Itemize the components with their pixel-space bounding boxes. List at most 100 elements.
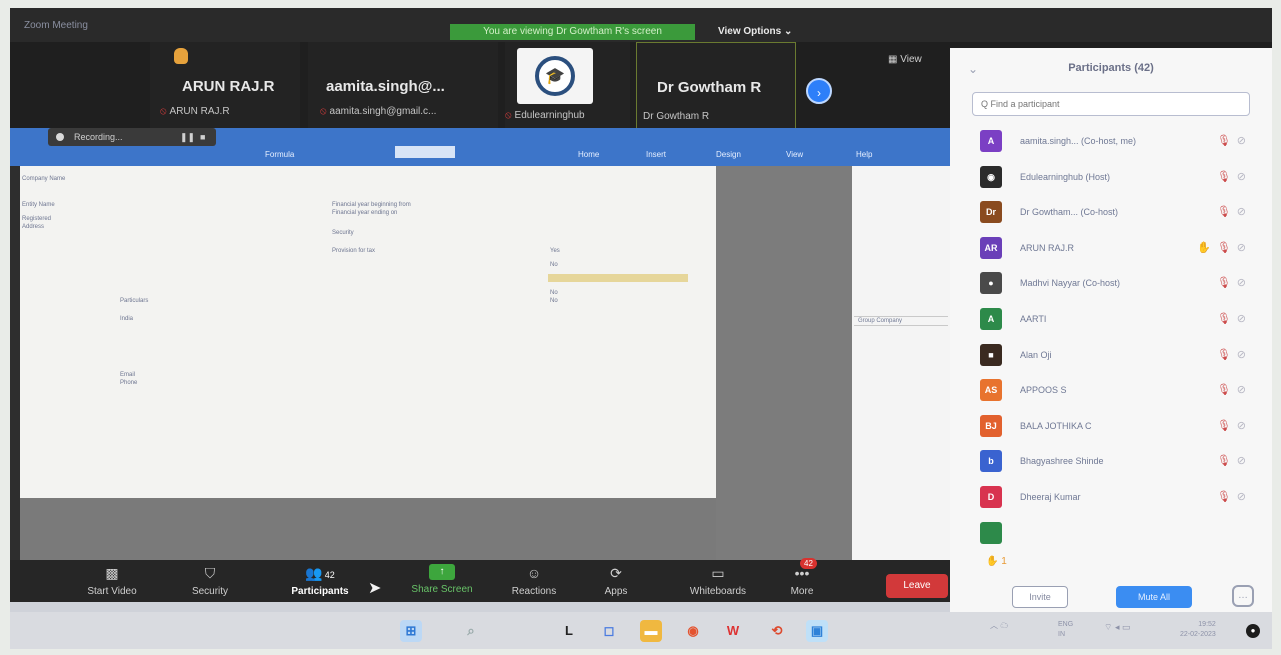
participant-row[interactable]: AR ARUN RAJ.R ✋ 🎙 ⊘ [972, 231, 1252, 267]
participant-row[interactable]: Aaamita.singh... (Co-host, me) 🎙 ⊘ [972, 124, 1252, 160]
notification-icon[interactable]: ● [1246, 624, 1260, 638]
tile-label: Dr Gowtham R [643, 111, 710, 122]
more-options-icon[interactable]: … [1232, 585, 1254, 607]
whiteboard-icon: ▭ [711, 565, 725, 581]
video-off-icon[interactable]: ⊘ [1237, 242, 1246, 254]
ribbon-tab: Home [578, 150, 600, 159]
mic-muted-icon[interactable]: 🎙 [1217, 349, 1231, 361]
reactions-button[interactable]: ☺ Reactions [494, 564, 574, 597]
participant-status-icons: ✋ 🎙 ⊘ [1197, 241, 1246, 254]
invite-button[interactable]: Invite [1012, 586, 1068, 608]
video-off-icon[interactable]: ⊘ [1237, 420, 1246, 432]
search-icon[interactable]: ⌕ [460, 620, 482, 642]
next-page-arrow-icon[interactable]: › [806, 78, 832, 104]
participant-name: Dr Gowtham... (Co-host) [1020, 207, 1119, 218]
participant-status-icons: 🎙 ⊘ [1211, 383, 1246, 396]
chrome-icon[interactable]: ◉ [682, 620, 704, 642]
view-layout-button[interactable]: ▦ View [888, 54, 922, 65]
video-off-icon[interactable]: ⊘ [1237, 455, 1246, 467]
mic-muted-icon[interactable]: 🎙 [1217, 242, 1231, 254]
find-participant-input[interactable] [972, 92, 1250, 116]
video-off-icon[interactable]: ⊘ [1237, 491, 1246, 503]
doc-text: Entity Name [22, 202, 55, 208]
more-button[interactable]: ••• 42 More [762, 558, 842, 597]
stop-icon[interactable]: ■ [200, 132, 205, 142]
language-indicator[interactable]: ENG IN [1058, 620, 1073, 640]
security-button[interactable]: ⛉ Security [170, 564, 250, 597]
pause-icon[interactable]: ❚❚ [180, 132, 195, 143]
video-off-icon[interactable]: ⊘ [1237, 384, 1246, 396]
participant-row[interactable]: Dr Dr Gowtham... (Co-host) 🎙 ⊘ [972, 195, 1252, 231]
share-screen-label: Share Screen [411, 584, 473, 595]
document-gutter [20, 498, 716, 560]
view-options-button[interactable]: View Options ⌄ [718, 26, 792, 37]
participant-row[interactable]: AS APPOOS S 🎙 ⊘ [972, 373, 1252, 409]
whiteboards-button[interactable]: ▭ Whiteboards [670, 564, 766, 597]
mic-muted-icon[interactable]: 🎙 [1217, 313, 1231, 325]
video-tile-arun[interactable]: ARUN RAJ.R ⦸ ARUN RAJ.R [150, 42, 300, 130]
ribbon-tab: View [786, 150, 804, 159]
participant-row[interactable]: D Dheeraj Kumar 🎙 ⊘ [972, 480, 1252, 516]
zoom-app-icon[interactable]: ▣ [806, 620, 828, 642]
mic-muted-icon[interactable]: 🎙 [1217, 206, 1231, 218]
mic-muted-icon: ⦸ [320, 106, 327, 117]
doc-text: Registered [22, 216, 52, 222]
participant-row[interactable]: b Bhagyashree Shinde 🎙 ⊘ [972, 444, 1252, 480]
participant-row[interactable]: A AARTI 🎙 ⊘ [972, 302, 1252, 338]
mic-muted-icon[interactable]: 🎙 [1217, 135, 1231, 147]
video-tile-aamita[interactable]: aamita.singh@... ⦸ aamita.singh@gmail.c..… [308, 42, 498, 130]
viewing-banner: You are viewing Dr Gowtham R's screen [450, 24, 695, 40]
participant-status-icons: 🎙 ⊘ [1211, 454, 1246, 467]
video-button[interactable]: ▩ Start Video [72, 564, 152, 597]
video-off-icon[interactable]: ⊘ [1237, 206, 1246, 218]
wps-office-icon[interactable]: W [722, 620, 744, 642]
video-off-icon[interactable]: ⊘ [1237, 277, 1246, 289]
doc-text: No [550, 298, 558, 304]
file-explorer-icon[interactable]: ▬ [640, 620, 662, 642]
share-screen-button[interactable]: ↑ Share Screen [402, 564, 482, 595]
tile-label: aamita.singh@gmail.c... [329, 106, 437, 117]
windows-start-icon[interactable]: ⊞ [400, 620, 422, 642]
avatar: D [980, 485, 1002, 508]
mic-muted-icon[interactable]: 🎙 [1217, 455, 1231, 467]
apps-icon: ⟳ [610, 565, 622, 581]
mic-muted-icon[interactable]: 🎙 [1217, 491, 1231, 503]
chat-app-icon[interactable]: ◻ [598, 620, 620, 642]
system-tray-icons[interactable]: ︿ ☁ [990, 620, 1008, 631]
mic-muted-icon[interactable]: 🎙 [1217, 384, 1231, 396]
participant-name: AARTI [1020, 313, 1047, 324]
apps-button[interactable]: ⟳ Apps [576, 564, 656, 597]
tile-name: Dr Gowtham R [657, 79, 762, 96]
taskview-icon[interactable]: L [558, 620, 580, 642]
status-strip [10, 602, 950, 612]
participant-row[interactable]: ● Madhvi Nayyar (Co-host) 🎙 ⊘ [972, 266, 1252, 302]
mic-muted-icon[interactable]: 🎙 [1217, 171, 1231, 183]
participant-row[interactable] [972, 516, 1252, 552]
doc-text: Address [22, 224, 45, 230]
video-off-icon[interactable]: ⊘ [1237, 135, 1246, 147]
shield-icon: ⛉ [204, 565, 216, 581]
browser-icon[interactable]: ⟲ [766, 620, 788, 642]
video-tile-edulearninghub[interactable]: 🎓 ⦸ Edulearninghub [505, 42, 630, 130]
participant-row[interactable]: ■ Alan Oji 🎙 ⊘ [972, 338, 1252, 374]
clock[interactable]: 19:52 22-02-2023 [1180, 620, 1216, 640]
participants-button[interactable]: 👥 42 Participants [280, 564, 360, 597]
participant-row[interactable]: ◉ Edulearninghub (Host) 🎙 ⊘ [972, 160, 1252, 196]
ribbon-tab: Insert [646, 150, 667, 159]
mic-muted-icon[interactable]: 🎙 [1217, 277, 1231, 289]
participant-status-icons: 🎙 ⊘ [1211, 276, 1246, 289]
video-off-icon[interactable]: ⊘ [1237, 171, 1246, 183]
participant-name: BALA JOTHIKA C [1020, 420, 1092, 431]
mic-muted-icon[interactable]: 🎙 [1217, 420, 1231, 432]
wifi-volume-battery-icon[interactable]: ⌔ ◂ ▭ [1104, 622, 1130, 633]
video-tile-gowtham[interactable]: Dr Gowtham R Dr Gowtham R [636, 42, 796, 130]
mouse-cursor-icon: ➤ [368, 580, 382, 597]
leave-button[interactable]: Leave [886, 574, 948, 598]
video-off-icon[interactable]: ⊘ [1237, 313, 1246, 325]
mute-all-button[interactable]: Mute All [1116, 586, 1192, 608]
video-off-icon[interactable]: ⊘ [1237, 349, 1246, 361]
shared-screen: Formula Home Insert Design View Help Rec… [10, 128, 950, 560]
participants-panel-title: Participants (42) [1068, 62, 1154, 74]
participant-row[interactable]: BJ BALA JOTHIKA C 🎙 ⊘ [972, 409, 1252, 445]
people-icon: 👥 42 [305, 565, 335, 581]
